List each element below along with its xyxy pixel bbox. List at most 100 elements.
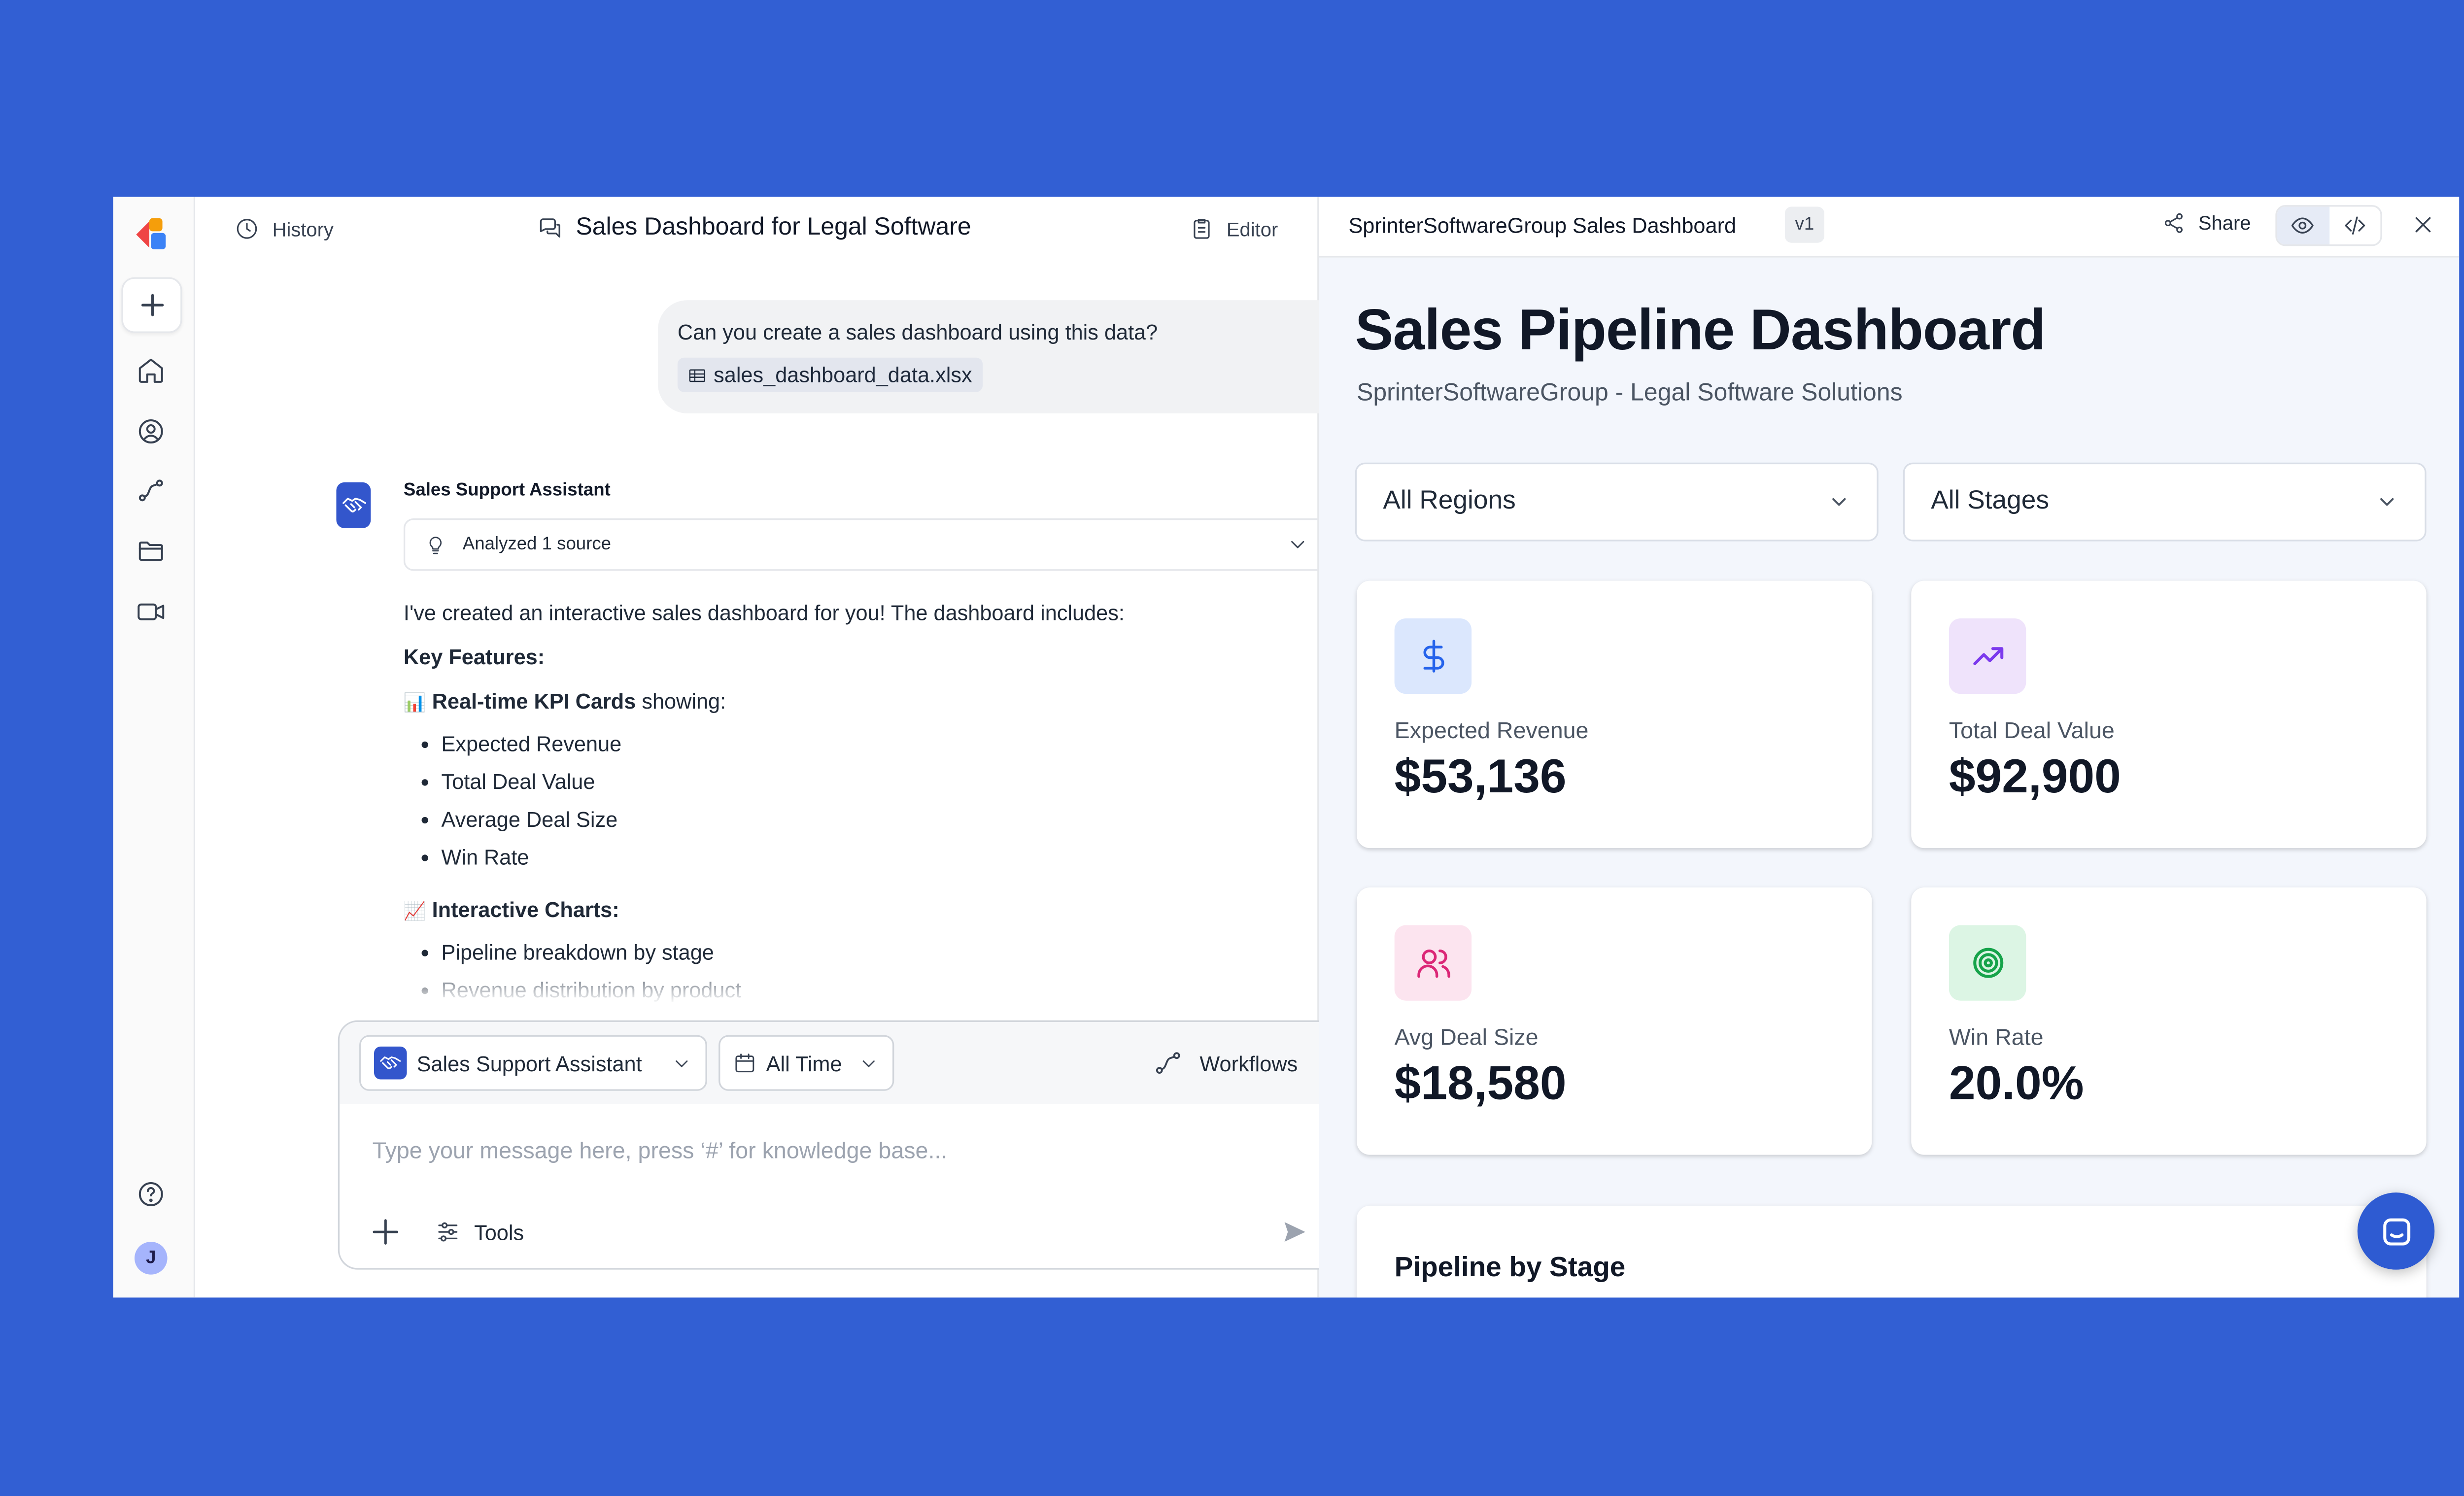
chat-title: Sales Dashboard for Legal Software (537, 213, 971, 241)
share-icon (2164, 213, 2183, 233)
time-range-select[interactable]: All Time (719, 1035, 894, 1091)
send-icon[interactable] (1281, 1219, 1307, 1245)
analyzed-sources-dropdown[interactable]: Analyzed 1 source (403, 518, 1331, 571)
assistant-avatar (336, 482, 371, 528)
dashboard-preview: SprinterSoftwareGroup Sales Dashboard v1… (1319, 197, 2460, 1298)
message-input[interactable]: Type your message here, press ‘#’ for kn… (373, 1137, 948, 1163)
chevron-down-icon (2380, 498, 2394, 506)
lightbulb-icon (429, 536, 442, 553)
user-circle-icon[interactable] (135, 415, 168, 448)
dashboard-subheading: SprinterSoftwareGroup - Legal Software S… (1357, 378, 1903, 407)
home-icon[interactable] (135, 354, 168, 387)
help-icon[interactable] (135, 1178, 168, 1211)
history-label: History (272, 217, 334, 240)
chat-bubbles-icon (540, 217, 560, 237)
assistant-select-avatar (374, 1046, 407, 1080)
dollar-icon (1394, 618, 1472, 694)
preview-mode-button[interactable] (2277, 206, 2329, 245)
handshake-icon (342, 498, 366, 512)
message-composer: Sales Support Assistant All Time Workflo… (338, 1020, 1339, 1270)
assistant-select-label: Sales Support Assistant (416, 1051, 642, 1076)
code-mode-button[interactable] (2329, 206, 2381, 244)
charts-heading-text: Interactive Charts: (432, 897, 619, 922)
chat-panel: History Sales Dashboard for Legal Softwa… (195, 197, 1369, 1298)
avatar[interactable]: J (134, 1242, 168, 1275)
plus-icon (140, 294, 163, 316)
kpi-heading-rest: showing: (636, 689, 726, 714)
chat-support-button[interactable] (2357, 1192, 2435, 1270)
code-icon (2344, 216, 2365, 235)
app-window: J History Sales Dashboard for Legal Soft… (113, 197, 2460, 1298)
chevron-down-icon (1832, 498, 1846, 506)
message-icon (2382, 1217, 2410, 1245)
stage-filter[interactable]: All Stages (1903, 462, 2427, 542)
kpi-value: $18,580 (1394, 1058, 1567, 1111)
kpi-card-win-rate: Win Rate 20.0% (1911, 887, 2427, 1155)
assistant-select[interactable]: Sales Support Assistant (359, 1035, 707, 1091)
list-item: Expected Revenue (420, 732, 1322, 770)
editor-button[interactable]: Editor (1189, 216, 1278, 241)
kpi-cards-heading: 📊 Real-time KPI Cards showing: (404, 687, 1322, 732)
spreadsheet-icon (689, 368, 706, 381)
message-intro: I've created an interactive sales dashbo… (403, 600, 1125, 625)
composer-actions: Tools (373, 1219, 524, 1245)
workflow-icon[interactable] (135, 474, 168, 507)
handshake-icon (380, 1056, 401, 1069)
clock-icon (237, 219, 257, 239)
attachment-name: sales_dashboard_data.xlsx (714, 362, 972, 387)
left-rail: J (113, 197, 196, 1298)
chat-topbar: History Sales Dashboard for Legal Softwa… (195, 197, 1317, 262)
video-icon[interactable] (135, 595, 168, 628)
folder-icon[interactable] (135, 535, 168, 568)
dashboard-heading: Sales Pipeline Dashboard (1355, 298, 2046, 363)
kpi-card-total-deal-value: Total Deal Value $92,900 (1911, 580, 2427, 849)
composer-toolbar: Sales Support Assistant All Time Workflo… (340, 1021, 1337, 1104)
history-button[interactable]: History (235, 216, 334, 241)
share-button[interactable]: Share (2162, 211, 2251, 235)
chevron-down-icon (1291, 541, 1304, 548)
target-icon (1949, 925, 2026, 1001)
chevron-down-icon (676, 1059, 688, 1066)
user-message-text: Can you create a sales dashboard using t… (677, 320, 1158, 345)
kpi-label: Win Rate (1949, 1023, 2044, 1050)
charts-heading: 📈 Interactive Charts: (404, 896, 1322, 940)
workflows-label: Workflows (1199, 1051, 1298, 1076)
kpi-heading-bold: Real-time KPI Cards (432, 689, 636, 714)
list-item: Average Deal Size (420, 807, 1322, 845)
pipeline-by-stage-card: Pipeline by Stage (1357, 1205, 2427, 1298)
kpi-list: Expected Revenue Total Deal Value Averag… (404, 732, 1322, 883)
chevron-down-icon (862, 1059, 875, 1066)
assistant-message: I've created an interactive sales dashbo… (404, 599, 1322, 1016)
new-chat-button[interactable] (121, 277, 182, 333)
kpi-card-avg-deal-size: Avg Deal Size $18,580 (1357, 887, 1872, 1155)
preview-header: SprinterSoftwareGroup Sales Dashboard v1… (1319, 197, 2460, 258)
tools-button[interactable]: Tools (435, 1219, 524, 1245)
preview-title: SprinterSoftwareGroup Sales Dashboard (1348, 213, 1737, 238)
key-features-heading: Key Features: (403, 645, 545, 670)
kpi-value: $92,900 (1949, 751, 2121, 804)
assistant-name: Sales Support Assistant (403, 480, 611, 501)
stage-filter-value: All Stages (1931, 487, 2050, 515)
attachment-chip[interactable]: sales_dashboard_data.xlsx (677, 357, 982, 392)
plus-icon[interactable] (373, 1219, 399, 1245)
close-icon[interactable] (2412, 213, 2435, 237)
tools-label: Tools (474, 1220, 524, 1245)
kpi-label: Expected Revenue (1394, 716, 1589, 744)
region-filter-value: All Regions (1383, 487, 1516, 515)
kpi-card-expected-revenue: Expected Revenue $53,136 (1357, 580, 1872, 849)
trending-up-icon (1949, 618, 2026, 694)
scroll-fade (359, 968, 1311, 1004)
version-badge[interactable]: v1 (1784, 206, 1824, 243)
users-icon (1394, 925, 1472, 1001)
view-mode-toggle (2275, 205, 2382, 246)
calendar-icon (735, 1054, 754, 1073)
share-label: Share (2198, 211, 2251, 235)
app-logo[interactable] (135, 216, 171, 252)
region-filter[interactable]: All Regions (1355, 462, 1879, 542)
editor-label: Editor (1226, 217, 1278, 240)
kpi-value: 20.0% (1949, 1058, 2084, 1111)
bar-chart-emoji: 📊 (403, 694, 426, 714)
analyzed-label: Analyzed 1 source (462, 535, 612, 555)
chat-title-text: Sales Dashboard for Legal Software (576, 213, 971, 241)
workflows-button[interactable]: Workflows (1154, 1048, 1298, 1078)
